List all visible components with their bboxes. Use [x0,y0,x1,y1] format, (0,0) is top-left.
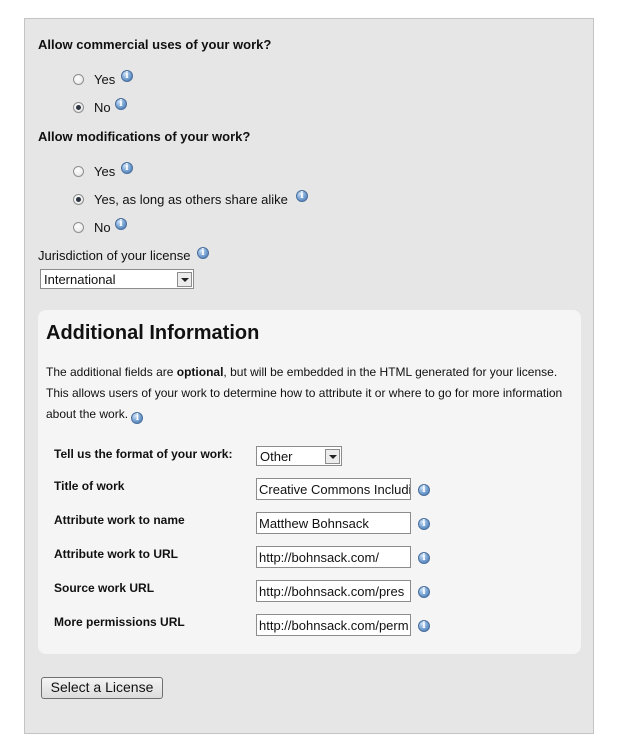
commercial-question: Allow commercial uses of your work? [38,37,272,52]
format-select-value: Other [260,448,293,464]
more-permissions-label: More permissions URL [54,615,185,629]
info-icon[interactable]: i [121,70,133,82]
modifications-no-label: No [94,219,111,235]
additional-info-box: Additional Information The additional fi… [38,310,581,654]
attribute-url-input[interactable]: http://bohnsack.com/ [256,546,411,568]
additional-info-title: Additional Information [46,322,260,344]
info-icon[interactable]: i [418,586,430,598]
modifications-question: Allow modifications of your work? [38,129,251,144]
commercial-yes-option[interactable]: Yes [73,70,115,88]
license-chooser-panel: Allow commercial uses of your work? Yes … [24,18,594,734]
modifications-share-alike-label: Yes, as long as others share alike [94,191,288,207]
modifications-yes-radio[interactable] [73,165,84,177]
title-of-work-input[interactable]: Creative Commons Includi [256,478,411,500]
modifications-share-alike-option[interactable]: Yes, as long as others share alike [73,190,288,208]
attribute-name-input[interactable]: Matthew Bohnsack [256,512,411,534]
info-icon[interactable]: i [296,190,308,202]
source-url-label: Source work URL [54,581,155,595]
info-icon[interactable]: i [418,620,430,632]
info-icon[interactable]: i [418,484,430,496]
info-icon[interactable]: i [197,247,209,259]
format-select[interactable]: Other [256,446,342,466]
info-icon[interactable]: i [131,412,144,424]
more-permissions-input[interactable]: http://bohnsack.com/perm [256,614,411,636]
select-license-button[interactable]: Select a License [41,677,163,699]
jurisdiction-label: Jurisdiction of your license [38,248,191,263]
commercial-no-option[interactable]: No [73,98,111,116]
chevron-down-icon[interactable] [325,448,340,464]
info-icon[interactable]: i [418,518,430,530]
attribute-url-label: Attribute work to URL [54,547,178,561]
commercial-yes-radio[interactable] [73,73,84,85]
additional-info-intro: The additional fields are optional, but … [46,362,576,425]
commercial-no-label: No [94,99,111,115]
info-icon[interactable]: i [115,218,127,230]
format-label: Tell us the format of your work: [54,447,233,461]
source-url-input[interactable]: http://bohnsack.com/pres [256,580,411,602]
intro-text-start: The additional fields are [46,365,177,379]
jurisdiction-select-value: International [44,271,116,287]
title-of-work-label: Title of work [54,479,125,493]
modifications-yes-label: Yes [94,163,116,179]
info-icon[interactable]: i [418,552,430,564]
commercial-no-radio[interactable] [73,101,84,113]
info-icon[interactable]: i [121,162,133,174]
modifications-no-radio[interactable] [73,221,84,233]
modifications-no-option[interactable]: No [73,218,111,236]
commercial-yes-label: Yes [94,71,116,87]
modifications-yes-option[interactable]: Yes [73,162,115,180]
modifications-share-alike-radio[interactable] [73,193,84,205]
attribute-name-label: Attribute work to name [54,513,185,527]
intro-text-optional: optional [176,365,224,379]
info-icon[interactable]: i [115,98,127,110]
jurisdiction-select[interactable]: International [40,269,194,289]
chevron-down-icon[interactable] [177,271,192,287]
